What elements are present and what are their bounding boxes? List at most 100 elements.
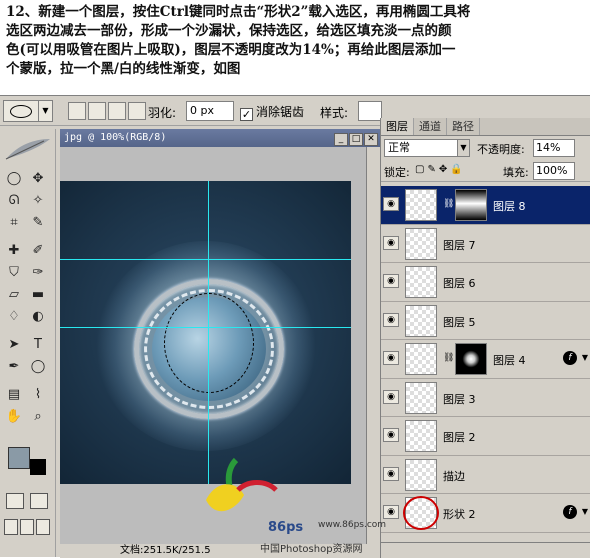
eye-icon[interactable]: ◉	[383, 428, 399, 442]
screen-mode-full-menu-button[interactable]	[20, 519, 34, 535]
layer-row[interactable]: ◉ ⛓ 图层 8	[381, 186, 590, 225]
maximize-button[interactable]: □	[349, 133, 363, 146]
notes-tool-icon[interactable]: ▤	[4, 385, 24, 405]
blur-tool-icon[interactable]: ♢	[4, 307, 24, 327]
eye-icon[interactable]: ◉	[383, 312, 399, 327]
eye-icon[interactable]: ◉	[383, 351, 399, 365]
tool-preset-picker[interactable]: ▼	[3, 100, 53, 122]
layer-row[interactable]: ◉ 图层 2	[381, 417, 590, 456]
eye-icon[interactable]: ◉	[383, 466, 399, 481]
ellipse-marquee-tool-icon[interactable]: ◯	[4, 169, 24, 189]
shape-tool-icon[interactable]: ◯	[28, 357, 48, 377]
screen-mode-standard-button[interactable]	[4, 519, 18, 535]
tab-paths[interactable]: 路径	[447, 118, 480, 135]
layer-name: 图层 5	[443, 315, 476, 329]
pen-tool-icon[interactable]: ✒	[4, 357, 24, 377]
86ps-logo-icon	[206, 457, 278, 512]
add-selection-button[interactable]	[88, 102, 106, 120]
healing-brush-tool-icon[interactable]: ✚	[4, 241, 24, 261]
hand-tool-icon[interactable]: ✋	[4, 407, 24, 427]
style-dropdown[interactable]	[358, 101, 382, 121]
antialias-checkbox[interactable]: ✓ 消除锯齿	[240, 103, 304, 121]
clone-stamp-tool-icon[interactable]: ⛉	[4, 263, 24, 283]
screen-mode-full-button[interactable]	[36, 519, 50, 535]
standard-mode-button[interactable]	[6, 493, 24, 509]
chevron-down-icon: ▼	[457, 140, 469, 156]
tab-layers[interactable]: 图层	[381, 118, 414, 135]
layer-thumbnail	[405, 189, 437, 221]
slice-tool-icon[interactable]: ✎	[28, 213, 48, 233]
eye-icon[interactable]: ◉	[383, 389, 399, 404]
blend-mode-select[interactable]: 正常 ▼	[384, 139, 470, 157]
layer-thumbnail	[405, 381, 437, 414]
expand-arrow-icon[interactable]: ▼	[582, 507, 588, 516]
layer-mask-thumbnail[interactable]	[455, 189, 487, 221]
brush-tool-icon[interactable]: ✐	[28, 241, 48, 261]
layer-mask-thumbnail[interactable]	[455, 343, 487, 375]
instruction-line-1: 12、新建一个图层，按住Ctrl键同时点击“形状2”载入选区，再用椭圆工具将	[6, 4, 471, 20]
subtract-selection-button[interactable]	[108, 102, 126, 120]
new-selection-button[interactable]	[68, 102, 86, 120]
layer-row[interactable]: ◉ 图层 6	[381, 263, 590, 302]
checkbox-icon: ✓	[240, 108, 253, 121]
layer-effects-icon[interactable]: f	[563, 351, 577, 365]
layer-row[interactable]: ◉ 图层 3	[381, 378, 590, 417]
blend-mode-value: 正常	[388, 141, 410, 154]
eraser-tool-icon[interactable]: ▱	[4, 285, 24, 305]
path-selection-tool-icon[interactable]: ➤	[4, 335, 24, 355]
lock-row: 锁定: ▢✎✥🔒 填充: 100%	[381, 160, 590, 182]
lasso-tool-icon[interactable]: ᘏ	[4, 191, 24, 211]
eye-icon[interactable]: ◉	[383, 235, 399, 250]
layer-name: 图层 8	[493, 200, 526, 213]
layer-thumbnail	[405, 227, 437, 260]
window-buttons: _ □ ✕	[333, 131, 378, 146]
eye-icon[interactable]: ◉	[383, 197, 399, 211]
document-canvas[interactable]	[60, 181, 351, 484]
vertical-scrollbar[interactable]	[366, 147, 380, 544]
layer-name: 图层 3	[443, 392, 476, 406]
layer-name: 图层 7	[443, 238, 476, 252]
zoom-tool-icon[interactable]: ⌕	[28, 407, 48, 427]
blend-row: 正常 ▼ 不透明度: 14%	[381, 136, 590, 160]
intersect-selection-button[interactable]	[128, 102, 146, 120]
lock-icons[interactable]: ▢✎✥🔒	[415, 164, 466, 175]
dodge-tool-icon[interactable]: ◐	[28, 307, 48, 327]
magic-wand-tool-icon[interactable]: ✧	[28, 191, 48, 211]
crop-tool-icon[interactable]: ⌗	[4, 213, 24, 233]
minimize-button[interactable]: _	[334, 133, 348, 146]
gradient-tool-icon[interactable]: ▬	[28, 285, 48, 305]
layer-effects-icon[interactable]: f	[563, 505, 577, 519]
photoshop-window: ▼ 羽化: 0 px ✓ 消除锯齿 样式: ◯ ✥ ᘏ ✧ ⌗ ✎ ✚ ✐ ⛉ ✑…	[0, 95, 590, 558]
feather-input[interactable]: 0 px	[186, 101, 234, 121]
layer-row[interactable]: ◉ 描边	[381, 455, 590, 494]
type-tool-icon[interactable]: T	[28, 335, 48, 355]
fill-input[interactable]: 100%	[533, 162, 575, 180]
eye-icon[interactable]: ◉	[383, 505, 399, 519]
quick-mask-mode-button[interactable]	[30, 493, 48, 509]
selection-marquee	[164, 293, 254, 393]
layer-name: 形状 2	[443, 508, 476, 521]
close-button[interactable]: ✕	[364, 133, 378, 146]
opacity-input[interactable]: 14%	[533, 139, 575, 157]
move-tool-icon[interactable]: ✥	[28, 169, 48, 189]
eye-icon[interactable]: ◉	[383, 274, 399, 288]
layer-row[interactable]: ◉ 形状 2 f ▼	[381, 494, 590, 533]
opacity-label: 不透明度:	[477, 143, 525, 156]
layer-row[interactable]: ◉ 图层 5	[381, 301, 590, 340]
tab-channels[interactable]: 通道	[414, 118, 447, 135]
layer-row[interactable]: ◉ ⛓ 图层 4 f ▼	[381, 340, 590, 379]
expand-arrow-icon[interactable]: ▼	[582, 353, 588, 362]
logo-text: 86ps	[268, 520, 304, 535]
eyedropper-tool-icon[interactable]: ⌇	[28, 385, 48, 405]
chain-link-icon[interactable]: ⛓	[443, 353, 454, 363]
guide-horizontal[interactable]	[60, 259, 351, 260]
chain-link-icon[interactable]: ⛓	[443, 199, 454, 209]
selection-mode-group	[68, 102, 148, 123]
layer-row[interactable]: ◉ 图层 7	[381, 224, 590, 263]
guide-horizontal[interactable]	[60, 327, 351, 328]
guide-vertical[interactable]	[208, 181, 209, 484]
foreground-color-swatch[interactable]	[8, 447, 30, 469]
history-brush-tool-icon[interactable]: ✑	[28, 263, 48, 283]
layers-panel-footer	[381, 542, 590, 558]
background-color-swatch[interactable]	[30, 459, 46, 475]
